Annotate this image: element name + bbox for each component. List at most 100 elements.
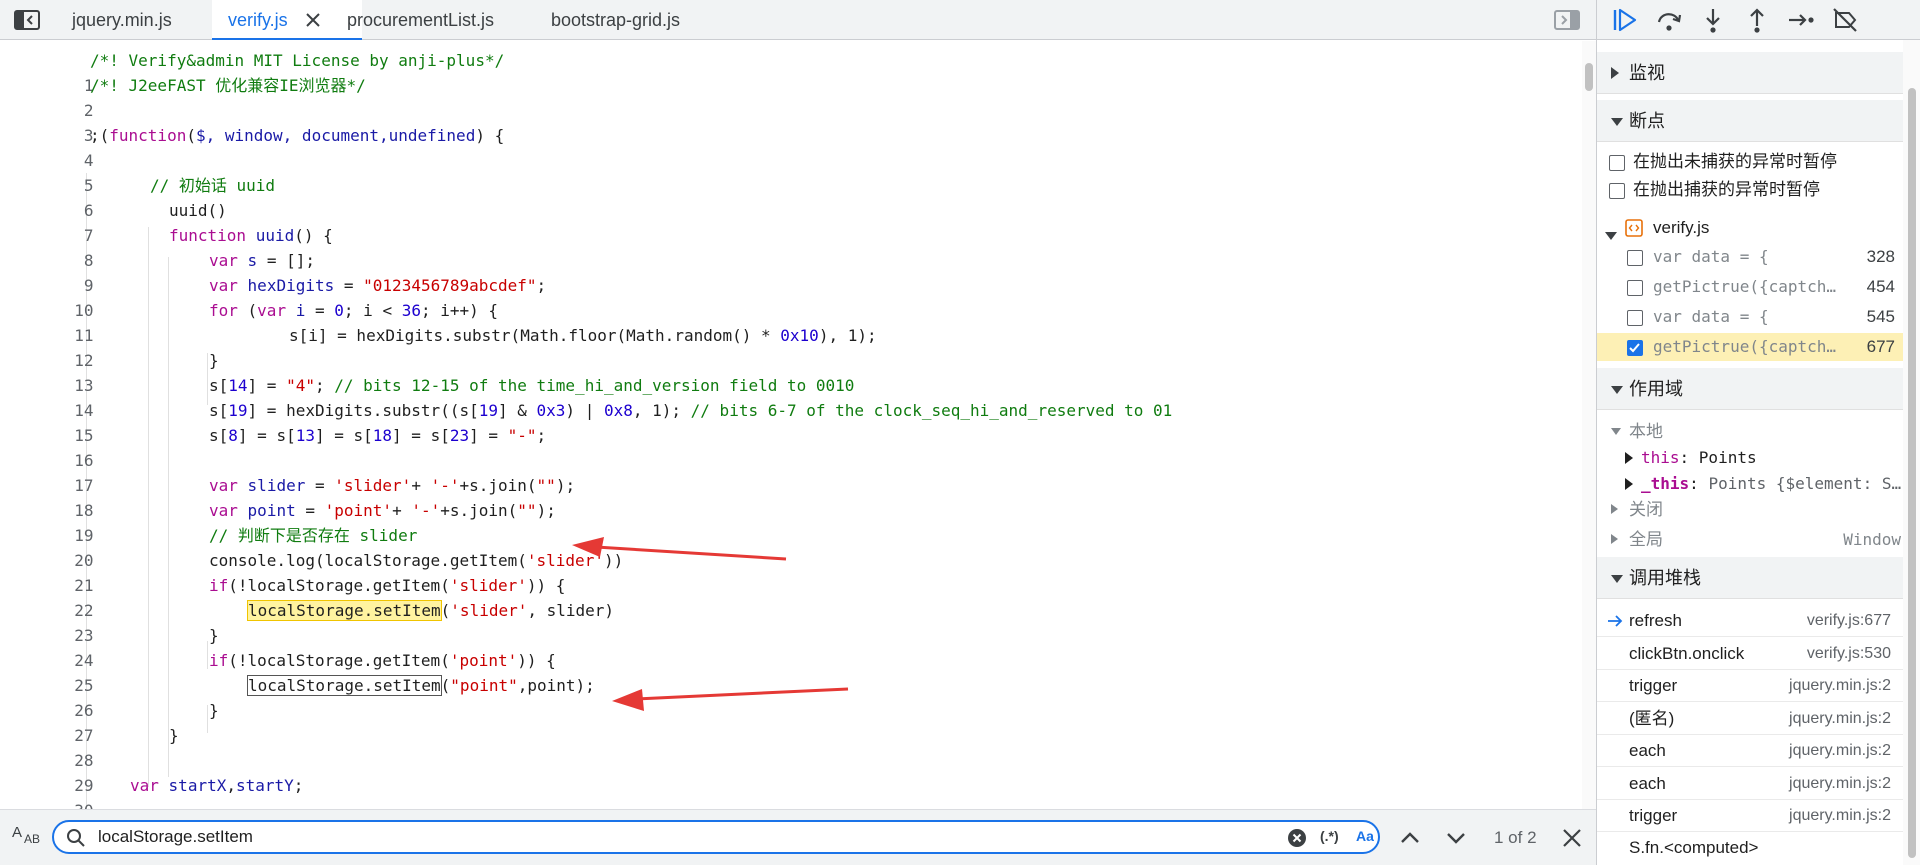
toggle-navigator-icon[interactable]: [14, 10, 40, 30]
match-case-button[interactable]: Aa: [1356, 828, 1374, 844]
call-frame[interactable]: clickBtn.onclick verify.js:530: [1597, 637, 1903, 670]
frame-function: refresh: [1629, 611, 1682, 630]
code-string: 'slider': [449, 576, 527, 595]
call-frame[interactable]: each jquery.min.js:2: [1597, 767, 1903, 800]
deactivate-breakpoints-icon[interactable]: [1831, 6, 1859, 34]
code-string: 'slider': [334, 476, 412, 495]
pause-caught-option[interactable]: 在抛出捕获的异常时暂停: [1597, 176, 1903, 204]
checkbox[interactable]: [1627, 310, 1643, 326]
code-editor[interactable]: 1 /*! Verify&admin MIT License by anji-p…: [0, 41, 1582, 809]
step-out-icon[interactable]: [1743, 6, 1771, 34]
scope-global[interactable]: 全局 Window: [1597, 526, 1903, 554]
tab-jquery[interactable]: jquery.min.js: [72, 0, 172, 40]
tab-verify[interactable]: verify.js: [212, 0, 362, 41]
code-keyword: for: [209, 301, 238, 320]
resume-icon[interactable]: [1611, 6, 1639, 34]
scope-variable[interactable]: this: Points: [1597, 444, 1903, 472]
code-line: 25 if(!localStorage.getItem('point')) {: [0, 648, 1582, 695]
call-frame[interactable]: S.fn.<computed>: [1597, 832, 1903, 864]
search-input[interactable]: [98, 825, 1258, 849]
search-box[interactable]: (.*) Aa: [52, 820, 1380, 854]
scope-closure[interactable]: 关闭: [1597, 496, 1903, 524]
sidebar-scrollbar[interactable]: [1903, 40, 1920, 865]
code-line: 16 s[8] = s[13] = s[18] = s[23] = "-";: [0, 423, 1582, 470]
checkbox[interactable]: [1627, 280, 1643, 296]
breakpoint-file-group[interactable]: verify.js: [1597, 214, 1903, 242]
search-match-current: localStorage.setItem: [247, 600, 442, 621]
frame-function: each: [1629, 774, 1666, 793]
debugger-toolbar: [1597, 0, 1920, 40]
chevron-down-icon[interactable]: [1444, 826, 1468, 850]
step-over-icon[interactable]: [1655, 6, 1683, 34]
breakpoint-item[interactable]: var data = { 328: [1597, 243, 1903, 271]
clear-icon[interactable]: [1288, 829, 1306, 847]
code-token: ;: [314, 376, 335, 395]
code-line: 11 for (var i = 0; i < 36; i++) {: [0, 298, 1582, 345]
case-replace-toggle-icon[interactable]: A AB: [12, 824, 42, 850]
close-icon[interactable]: [1560, 826, 1584, 850]
code-keyword: var: [209, 276, 238, 295]
tab-label: jquery.min.js: [72, 10, 172, 30]
section-watch[interactable]: 监视: [1597, 52, 1903, 94]
code-keyword: var: [209, 251, 238, 270]
toggle-debugger-icon[interactable]: [1554, 10, 1580, 30]
code-keyword: function: [109, 126, 187, 145]
breakpoint-item[interactable]: var data = { 545: [1597, 303, 1903, 331]
code-line: 12 s[i] = hexDigits.substr(Math.floor(Ma…: [0, 323, 1582, 370]
code-token: );: [555, 476, 576, 495]
step-icon[interactable]: [1787, 6, 1815, 34]
call-frame[interactable]: (匿名) jquery.min.js:2: [1597, 702, 1903, 735]
section-label: 监视: [1629, 63, 1665, 83]
section-breakpoints[interactable]: 断点: [1597, 100, 1903, 142]
chevron-right-icon: [1611, 504, 1618, 514]
editor-scrollbar[interactable]: [1582, 41, 1596, 809]
call-frame[interactable]: trigger jquery.min.js:2: [1597, 800, 1903, 832]
checkbox[interactable]: [1627, 250, 1643, 266]
regex-toggle-button[interactable]: (.*): [1320, 828, 1339, 844]
code-line: 7 uuid(): [0, 198, 1582, 245]
code-number: 8: [228, 426, 238, 445]
code-keyword: var: [130, 776, 159, 795]
code-token: s[i] = hexDigits.substr(Math.floor(Math.…: [289, 326, 781, 345]
code-line: 6 // 初始话 uuid: [0, 173, 1582, 220]
checkbox[interactable]: [1609, 155, 1625, 171]
tab-bootstrap-grid[interactable]: bootstrap-grid.js: [551, 0, 680, 40]
code-string: "0123456789abcdef": [363, 276, 537, 295]
variable-value: Points: [1698, 448, 1757, 467]
tab-procurementlist[interactable]: procurementList.js: [347, 0, 494, 40]
close-icon[interactable]: [304, 11, 322, 29]
call-frame[interactable]: trigger jquery.min.js:2: [1597, 670, 1903, 702]
frame-location: jquery.min.js:2: [1789, 677, 1891, 694]
breakpoint-item-active[interactable]: getPictrue({captch… 677: [1597, 333, 1903, 361]
call-frame[interactable]: each jquery.min.js:2: [1597, 735, 1903, 767]
checkbox[interactable]: [1609, 183, 1625, 199]
code-keyword: var: [257, 301, 287, 320]
breakpoint-item[interactable]: getPictrue({captch… 454: [1597, 273, 1903, 301]
section-call-stack[interactable]: 调用堆栈: [1597, 557, 1903, 599]
code-line: 28 }: [0, 723, 1582, 770]
chevron-down-icon: [1611, 118, 1623, 126]
code-token: ;: [293, 776, 304, 795]
scope-variable[interactable]: _this: Points {$element: S…: [1597, 470, 1903, 498]
pause-uncaught-option[interactable]: 在抛出未捕获的异常时暂停: [1597, 148, 1903, 176]
code-token: ] = s[: [314, 426, 373, 445]
step-into-icon[interactable]: [1699, 6, 1727, 34]
chevron-up-icon[interactable]: [1398, 826, 1422, 850]
code-token: (: [237, 301, 258, 320]
section-label: 断点: [1629, 111, 1665, 131]
tab-label: procurementList.js: [347, 10, 495, 30]
code-keyword: function: [169, 226, 247, 245]
scope-local[interactable]: 本地: [1597, 418, 1903, 446]
code-token: () {: [294, 226, 333, 245]
scrollbar-thumb[interactable]: [1908, 88, 1916, 858]
section-scope[interactable]: 作用域: [1597, 368, 1903, 410]
chevron-right-icon: [1611, 534, 1618, 544]
code-string: '-': [411, 501, 441, 520]
code-line: 9 var s = [];: [0, 248, 1582, 295]
option-label: 在抛出捕获的异常时暂停: [1633, 180, 1820, 199]
checkbox-checked[interactable]: [1627, 340, 1643, 356]
code-token: (: [186, 126, 196, 145]
scrollbar-thumb[interactable]: [1585, 63, 1593, 91]
call-frame-current[interactable]: refresh verify.js:677: [1597, 605, 1903, 637]
code-line: 13 }: [0, 348, 1582, 395]
